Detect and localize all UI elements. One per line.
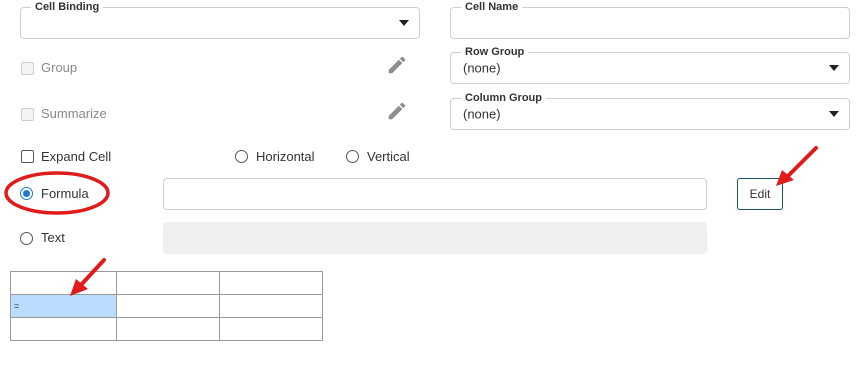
horizontal-label: Horizontal (256, 149, 315, 164)
row-group-value: (none) (463, 60, 501, 76)
grid-cell[interactable] (219, 317, 323, 341)
row-group-legend: Row Group (461, 45, 529, 59)
grid-cell[interactable] (116, 294, 220, 318)
summarize-label: Summarize (41, 106, 107, 121)
text-label: Text (41, 230, 65, 245)
grid-cell[interactable] (10, 317, 117, 341)
grid-cell[interactable] (116, 317, 220, 341)
grid-cell[interactable] (116, 271, 220, 295)
chevron-down-icon (829, 111, 839, 117)
cell-name-legend: Cell Name (461, 0, 523, 14)
expand-cell-checkbox[interactable] (21, 150, 34, 163)
vertical-label: Vertical (367, 149, 410, 164)
summarize-checkbox[interactable] (21, 108, 34, 121)
grid-cell[interactable] (219, 271, 323, 295)
group-label: Group (41, 60, 78, 75)
annotation-arrow-icon (70, 258, 106, 296)
formula-input[interactable] (163, 178, 707, 210)
group-checkbox[interactable] (21, 62, 34, 75)
pencil-icon[interactable] (386, 54, 408, 76)
vertical-radio[interactable] (346, 150, 359, 163)
highlight-ellipse (4, 171, 110, 215)
column-group-legend: Column Group (461, 91, 546, 105)
text-radio[interactable] (20, 232, 33, 245)
grid-cell[interactable] (219, 294, 323, 318)
text-input (163, 222, 707, 254)
horizontal-radio[interactable] (235, 150, 248, 163)
column-group-select[interactable]: Column Group (none) (450, 91, 850, 130)
chevron-down-icon (399, 20, 409, 26)
row-group-select[interactable]: Row Group (none) (450, 45, 850, 84)
chevron-down-icon (829, 65, 839, 71)
cell-binding-legend: Cell Binding (31, 0, 104, 14)
cell-name-field[interactable]: Cell Name (450, 0, 850, 39)
expand-cell-label: Expand Cell (41, 149, 112, 164)
preview-grid: = (10, 271, 323, 341)
cell-binding-select[interactable]: Cell Binding (20, 0, 420, 39)
pencil-icon[interactable] (386, 100, 408, 122)
column-group-value: (none) (463, 106, 501, 122)
table-row (10, 317, 323, 341)
annotation-arrow-icon (776, 146, 818, 186)
